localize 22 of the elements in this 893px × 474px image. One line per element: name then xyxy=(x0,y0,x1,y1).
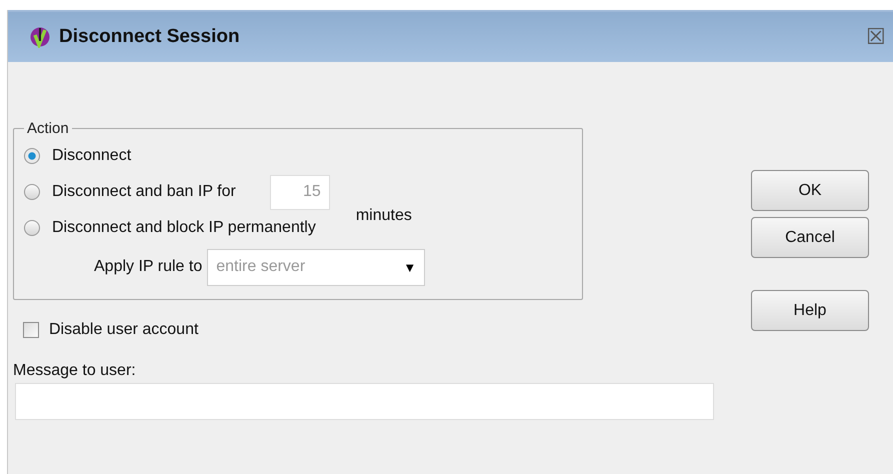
radio-button[interactable] xyxy=(24,148,40,164)
minutes-label: minutes xyxy=(356,207,412,225)
group-legend: Action xyxy=(24,120,72,137)
help-button[interactable]: Help xyxy=(751,290,869,331)
dropdown-arrow: ▼ xyxy=(403,260,416,274)
radio-label[interactable]: Disconnect and ban IP for xyxy=(52,183,236,201)
checkbox[interactable] xyxy=(23,322,39,338)
checkbox-label[interactable]: Disable user account xyxy=(49,321,198,339)
radio-label[interactable]: Disconnect xyxy=(52,147,132,165)
ok-button[interactable]: OK xyxy=(751,170,869,211)
window-title: Disconnect Session xyxy=(59,26,241,48)
apply-rule-dropdown[interactable]: entire server ▼ xyxy=(207,248,426,286)
radio-button[interactable] xyxy=(24,184,40,200)
radio-button[interactable] xyxy=(24,220,40,236)
dropdown-value: entire server xyxy=(216,258,306,276)
app-logo-icon xyxy=(30,26,50,48)
cancel-button[interactable]: Cancel xyxy=(751,217,869,258)
apply-rule-label: Apply IP rule to xyxy=(94,258,202,276)
radio-label[interactable]: Disconnect and block IP permanently xyxy=(52,219,316,237)
message-label: Message to user: xyxy=(13,362,137,380)
message-field[interactable] xyxy=(15,383,714,420)
close-button[interactable]: ☒ xyxy=(866,26,886,48)
